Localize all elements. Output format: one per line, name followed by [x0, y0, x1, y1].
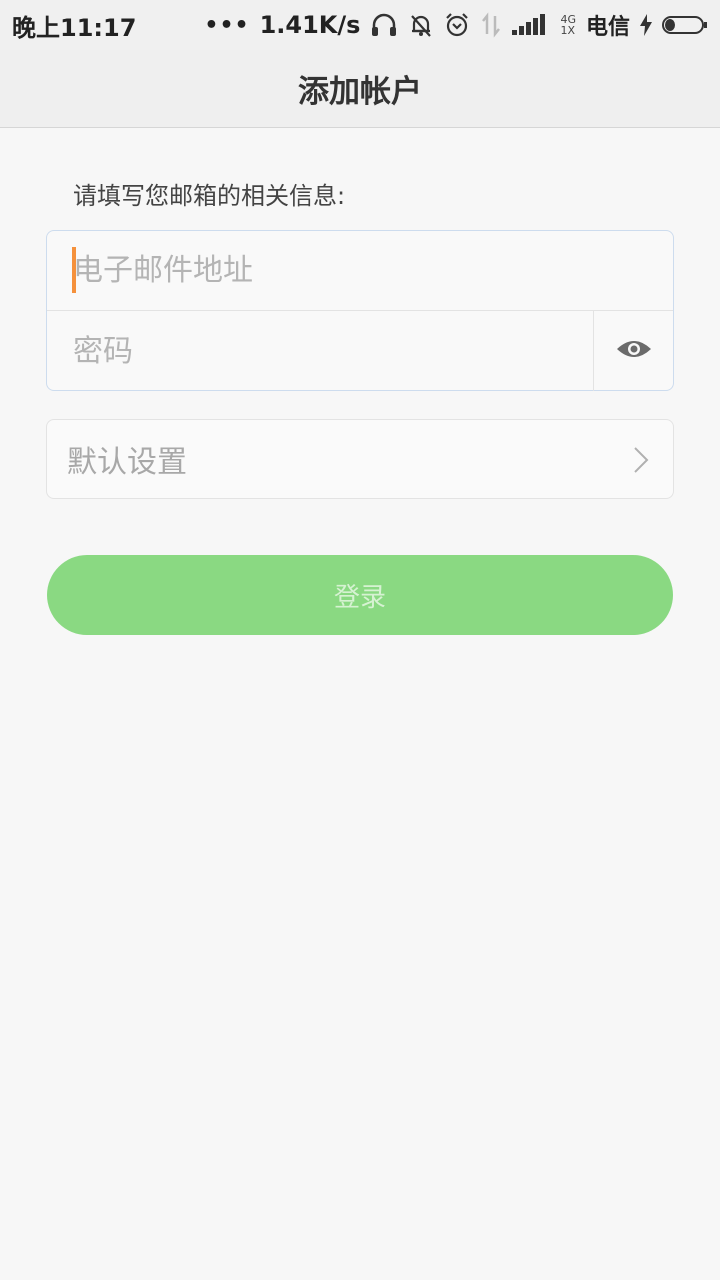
- network-type: 4G 1X: [560, 14, 576, 36]
- status-bar: 晚上11:17 ••• 1.41K/s 4G 1X 电信: [0, 0, 720, 50]
- show-password-toggle[interactable]: [593, 311, 673, 391]
- signal-icon: [512, 13, 550, 37]
- headphones-icon: [370, 12, 398, 38]
- network-type-bottom: 1X: [560, 24, 575, 37]
- title-bar: 添加帐户: [0, 50, 720, 128]
- login-button[interactable]: 登录: [47, 555, 673, 635]
- carrier-name: 电信: [585, 15, 630, 40]
- more-notifications-icon: •••: [204, 12, 250, 38]
- settings-label: 默认设置: [67, 445, 187, 480]
- status-icons: ••• 1.41K/s 4G 1X 电信: [204, 9, 708, 41]
- email-field[interactable]: [73, 240, 573, 301]
- password-field[interactable]: [73, 321, 573, 381]
- battery-icon: [662, 14, 708, 36]
- mute-bell-icon: [408, 12, 434, 38]
- eye-icon: [616, 337, 652, 365]
- chevron-right-icon: [633, 446, 649, 478]
- form-instruction: 请填写您邮箱的相关信息:: [73, 182, 346, 210]
- network-speed: 1.41K/s: [259, 11, 361, 39]
- status-time: 晚上11:17: [12, 13, 137, 42]
- page-title: 添加帐户: [298, 74, 422, 110]
- password-row: [47, 311, 673, 391]
- default-settings-row[interactable]: 默认设置: [46, 419, 674, 499]
- text-caret: [72, 247, 76, 293]
- email-row: [47, 231, 673, 311]
- data-transfer-icon: [480, 12, 502, 38]
- credentials-group: [46, 230, 674, 391]
- alarm-icon: [444, 12, 470, 38]
- charging-icon: [640, 14, 652, 36]
